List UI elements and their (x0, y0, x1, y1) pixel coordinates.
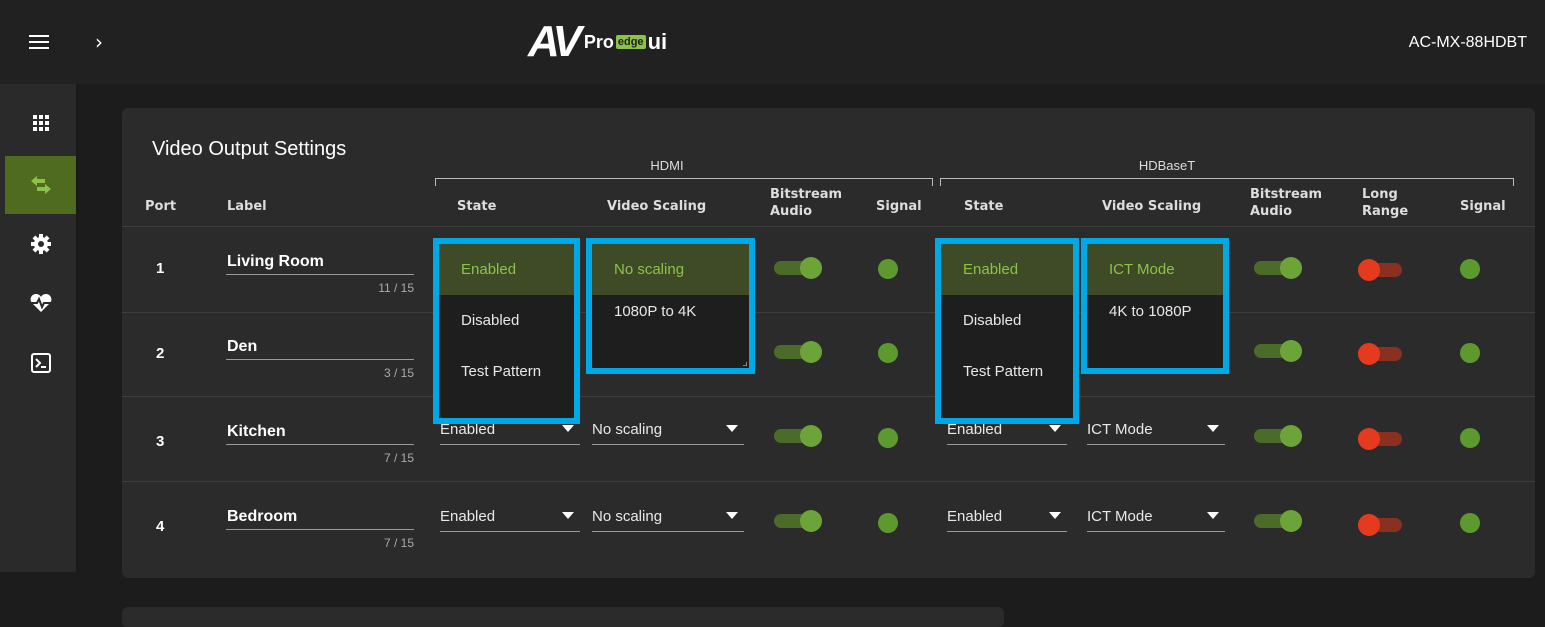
hdbaset-video-scaling-select[interactable]: ICT Mode (1087, 504, 1225, 532)
long-range-toggle[interactable] (1358, 259, 1406, 281)
avpro-edge-ui-logo: AV Pro edge ui (528, 17, 668, 66)
column-header-hdbaset-signal: Signal (1460, 199, 1506, 214)
dropdown-option[interactable]: Disabled (941, 295, 1073, 346)
hdmi-bitstream-audio-toggle[interactable] (774, 510, 822, 532)
hdmi-bitstream-audio-toggle[interactable] (774, 425, 822, 447)
terminal-icon (30, 353, 51, 373)
column-header-label: Label (227, 199, 267, 214)
hdmi-state-dropdown: Enabled Disabled Test Pattern (433, 238, 580, 424)
column-header-hdmi-signal: Signal (876, 199, 922, 214)
header-divider (122, 226, 1535, 227)
hdbaset-video-scaling-dropdown: ICT Mode 4K to 1080P (1081, 238, 1229, 374)
label-underline (226, 529, 414, 530)
heart-pulse-icon (30, 294, 51, 312)
sidebar-item-dashboard[interactable] (5, 94, 76, 152)
port-number: 1 (156, 260, 165, 277)
chevron-right-icon[interactable]: › (95, 30, 103, 54)
label-char-count: 7 / 15 (383, 451, 414, 465)
gear-icon (30, 234, 51, 254)
sidebar-item-routing[interactable] (5, 156, 76, 214)
hdbaset-bitstream-audio-toggle[interactable] (1254, 340, 1302, 362)
column-header-hdmi-video-scaling: Video Scaling (607, 199, 707, 214)
label-field[interactable]: Bedroom (227, 508, 297, 526)
label-field[interactable]: Den (227, 338, 257, 356)
column-header-port: Port (145, 199, 177, 214)
dropdown-option[interactable]: 1080P to 4K (592, 295, 749, 346)
hdbaset-signal-indicator (1460, 343, 1480, 363)
dropdown-option[interactable]: ICT Mode (1087, 244, 1223, 295)
hdbaset-signal-indicator (1460, 428, 1480, 448)
column-header-long-range: Long Range (1362, 187, 1409, 219)
sidebar-item-console[interactable] (5, 334, 76, 392)
grid-icon (32, 115, 49, 131)
hdbaset-state-dropdown: Enabled Disabled Test Pattern (935, 238, 1079, 424)
hdbaset-bitstream-audio-toggle[interactable] (1254, 257, 1302, 279)
hdbaset-group-label: HDBaseT (1138, 158, 1196, 173)
port-number: 3 (156, 433, 165, 450)
hdbaset-signal-indicator (1460, 513, 1480, 533)
label-field[interactable]: Kitchen (227, 423, 286, 441)
dropdown-option[interactable]: Disabled (439, 295, 574, 346)
row-divider (122, 481, 1535, 482)
long-range-toggle[interactable] (1358, 343, 1406, 365)
device-name: AC-MX-88HDBT (1408, 34, 1527, 51)
dropdown-option[interactable]: No scaling (592, 244, 749, 295)
column-header-hdbaset-state: State (964, 199, 1004, 214)
sidebar-divider (76, 84, 79, 572)
resize-handle-icon (743, 362, 747, 366)
label-char-count: 7 / 15 (383, 536, 414, 550)
panel-title: Video Output Settings (152, 138, 347, 160)
row-divider (122, 396, 1535, 397)
dropdown-option[interactable]: Enabled (439, 244, 574, 295)
long-range-toggle[interactable] (1358, 514, 1406, 536)
hdbaset-state-select[interactable]: Enabled (947, 504, 1067, 532)
video-output-settings-panel: Video Output Settings HDMI HDBaseT Port … (122, 108, 1535, 578)
hdbaset-bitstream-audio-toggle[interactable] (1254, 510, 1302, 532)
label-underline (226, 274, 414, 275)
hdmi-signal-indicator (878, 513, 898, 533)
dropdown-option[interactable]: 4K to 1080P (1087, 295, 1223, 346)
hdmi-bitstream-audio-toggle[interactable] (774, 341, 822, 363)
hdbaset-bitstream-audio-toggle[interactable] (1254, 425, 1302, 447)
row-divider (122, 312, 1535, 313)
long-range-toggle[interactable] (1358, 428, 1406, 450)
column-header-hdmi-state: State (457, 199, 497, 214)
label-field[interactable]: Living Room (227, 253, 324, 271)
dropdown-option[interactable]: Enabled (941, 244, 1073, 295)
hdbaset-group-bracket (940, 178, 1514, 186)
dropdown-option[interactable]: Test Pattern (439, 346, 574, 397)
top-bar: › AV Pro edge ui AC-MX-88HDBT (0, 0, 1545, 84)
hdmi-signal-indicator (878, 428, 898, 448)
hamburger-menu-icon[interactable] (29, 35, 49, 49)
next-panel (122, 607, 1004, 627)
hdmi-video-scaling-select[interactable]: No scaling (592, 417, 744, 445)
hdbaset-signal-indicator (1460, 259, 1480, 279)
label-underline (226, 359, 414, 360)
sidebar (0, 84, 76, 572)
swap-arrows-icon (30, 176, 51, 194)
column-header-hdmi-bitstream: Bitstream Audio (770, 187, 843, 219)
hdmi-signal-indicator (878, 343, 898, 363)
label-char-count: 11 / 15 (378, 281, 414, 295)
sidebar-item-settings[interactable] (5, 215, 76, 273)
hdmi-group-label: HDMI (650, 158, 684, 173)
hdmi-signal-indicator (878, 259, 898, 279)
hdmi-state-select[interactable]: Enabled (440, 504, 580, 532)
port-number: 2 (156, 345, 165, 362)
hdmi-bitstream-audio-toggle[interactable] (774, 257, 822, 279)
hdbaset-video-scaling-select[interactable]: ICT Mode (1087, 417, 1225, 445)
hdmi-video-scaling-dropdown: No scaling 1080P to 4K (586, 238, 755, 374)
label-char-count: 3 / 15 (383, 366, 414, 380)
column-header-hdbaset-video-scaling: Video Scaling (1102, 199, 1202, 214)
label-underline (226, 444, 414, 445)
sidebar-item-health[interactable] (5, 274, 76, 332)
port-number: 4 (156, 518, 165, 535)
hdmi-group-bracket (435, 178, 933, 186)
hdmi-video-scaling-select[interactable]: No scaling (592, 504, 744, 532)
column-header-hdbaset-bitstream: Bitstream Audio (1250, 187, 1323, 219)
dropdown-option[interactable]: Test Pattern (941, 346, 1073, 397)
